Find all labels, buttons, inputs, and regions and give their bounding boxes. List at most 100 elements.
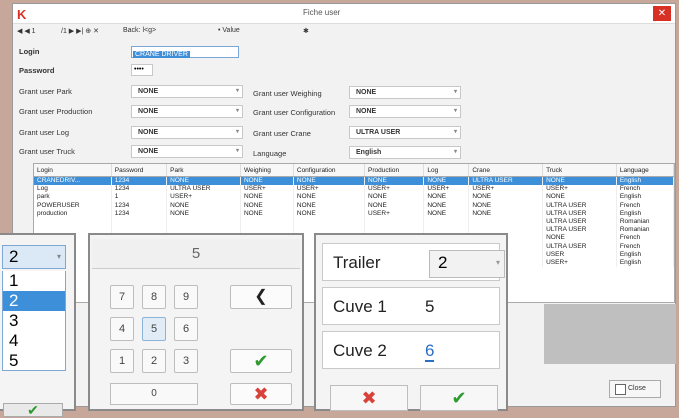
table-cell: production — [34, 209, 112, 219]
title-bar: K Fiche user ✕ — [13, 4, 675, 24]
cuve2-label: Cuve 2 — [333, 341, 387, 360]
trailer-label: Trailer — [333, 253, 381, 272]
record-nav-controls[interactable]: /1 ▶ ▶| ⊕ ✕ — [61, 27, 99, 35]
trailer-select[interactable]: 2 ▾ — [429, 250, 505, 278]
grant-park-select[interactable]: NONE ▾ — [131, 85, 243, 98]
trailer-cancel-button[interactable]: ✖ — [330, 385, 408, 411]
table-cell: USER+ — [542, 259, 617, 268]
column-header[interactable]: Password — [111, 164, 168, 177]
table-cell: USER — [542, 250, 617, 260]
table-cell: NONE — [542, 193, 617, 202]
grant-weighing-select[interactable]: NONE ▾ — [349, 86, 461, 99]
trailer-ok-button[interactable]: ✔ — [420, 385, 498, 411]
key-4[interactable]: 4 — [110, 317, 134, 341]
keypad-panel: 5 7 8 9 4 5 6 1 2 3 0 ❮ ✔ ✖ — [88, 233, 304, 411]
table-row[interactable]: ULTRA USER Romanian — [34, 218, 675, 227]
grant-truck-select[interactable]: NONE ▾ — [131, 145, 243, 158]
trailer-panel: Trailer 2 ▾ Cuve 1 5 Cuve 2 6 ✖ ✔ — [314, 233, 508, 411]
table-row[interactable]: Log 1234 ULTRA USER USER+ USER+ USER+ USER+ USE… — [34, 185, 675, 194]
trailer-row: Trailer 2 ▾ — [322, 243, 505, 281]
key-3[interactable]: 3 — [174, 349, 198, 373]
cuve2-input[interactable]: 6 — [425, 339, 465, 363]
close-button[interactable]: Close — [609, 380, 661, 398]
table-cell: ULTRA USER — [542, 209, 617, 219]
table-cell: NONE — [293, 176, 366, 186]
grant-configuration-select[interactable]: NONE ▾ — [349, 105, 461, 118]
grant-park-label: Grant user Park — [19, 87, 72, 96]
column-header[interactable]: Login — [34, 164, 112, 177]
table-cell: French — [616, 185, 675, 194]
grant-configuration-label: Grant user Configuration — [253, 108, 336, 117]
table-cell — [468, 218, 544, 227]
grant-production-label: Grant user Production — [19, 107, 93, 116]
empty-panel — [544, 304, 676, 364]
language-select[interactable]: English ▾ — [349, 146, 461, 159]
table-row[interactable]: POWERUSER 1234 NONE NONE NONE NONE NONE NONE ULT… — [34, 201, 675, 210]
table-row[interactable]: production 1234 NONE NONE NONE USER+ NONE NONE U… — [34, 209, 675, 219]
key-8[interactable]: 8 — [142, 285, 166, 309]
table-cell: NONE — [240, 209, 294, 219]
grant-log-select[interactable]: NONE ▾ — [131, 126, 243, 139]
column-header[interactable]: Configuration — [293, 164, 366, 177]
key-9[interactable]: 9 — [174, 285, 198, 309]
dropdown-option[interactable]: 5 — [2, 351, 66, 371]
table-cell: 1234 — [111, 176, 168, 186]
column-header[interactable]: Crane — [468, 164, 544, 177]
table-row[interactable]: CRANEDRIV... 1234 NONE NONE NONE NONE NONE ULTR… — [34, 176, 675, 186]
password-input[interactable]: •••• — [131, 64, 153, 76]
key-6[interactable]: 6 — [174, 317, 198, 341]
table-cell: English — [616, 193, 675, 202]
key-2[interactable]: 2 — [142, 349, 166, 373]
table-cell: USER+ — [542, 185, 617, 194]
table-cell: NONE — [468, 201, 544, 210]
grant-crane-select[interactable]: ULTRA USER ▾ — [349, 126, 461, 139]
table-cell: USER+ — [293, 185, 366, 194]
value-dropdown[interactable]: • Value — [218, 27, 240, 34]
dropdown-option[interactable]: 1 — [2, 271, 66, 291]
grant-production-select[interactable]: NONE ▾ — [131, 105, 243, 118]
table-cell: USER+ — [240, 185, 294, 194]
dropdown-option-selected[interactable]: 2 — [2, 291, 66, 311]
dropdown-option[interactable]: 4 — [2, 331, 66, 351]
key-1[interactable]: 1 — [110, 349, 134, 373]
keypad-cancel-button[interactable]: ✖ — [230, 383, 292, 405]
app-icon: K — [17, 7, 27, 22]
login-input[interactable]: CRANE DRIVER — [131, 46, 239, 58]
column-header[interactable]: Production — [364, 164, 425, 177]
dropdown-ok-button[interactable]: ✔ — [3, 403, 63, 417]
table-cell: NONE — [423, 176, 470, 186]
table-cell: 1234 — [111, 185, 168, 194]
grant-crane-label: Grant user Crane — [253, 129, 311, 138]
table-cell: NONE — [468, 193, 544, 202]
column-header[interactable]: Weighing — [240, 164, 294, 177]
backspace-button[interactable]: ❮ — [230, 285, 292, 309]
table-cell: French — [616, 242, 675, 251]
column-header[interactable]: Park — [166, 164, 241, 177]
back-dropdown[interactable]: Back: l<g> — [123, 27, 156, 34]
window-title: Fiche user — [303, 8, 341, 17]
table-cell: NONE — [364, 176, 425, 186]
key-7[interactable]: 7 — [110, 285, 134, 309]
table-cell: NONE — [293, 193, 366, 202]
number-dropdown[interactable]: 2 ▾ — [2, 245, 66, 269]
key-0[interactable]: 0 — [110, 383, 198, 405]
keypad-ok-button[interactable]: ✔ — [230, 349, 292, 373]
table-cell: ULTRA USER — [542, 201, 617, 210]
column-header[interactable]: Language — [616, 164, 675, 177]
cuve1-value[interactable]: 5 — [425, 297, 434, 317]
table-cell: ULTRA USER — [542, 226, 617, 235]
keypad-display: 5 — [92, 239, 300, 269]
record-nav[interactable]: ◀ ◀ 1 — [17, 27, 36, 35]
table-cell: Romanian — [616, 218, 675, 227]
column-header[interactable]: Truck — [542, 164, 617, 177]
column-header[interactable]: Log — [423, 164, 470, 177]
dropdown-option[interactable]: 3 — [2, 311, 66, 331]
cuve1-row: Cuve 1 5 — [322, 287, 500, 325]
close-window-button[interactable]: ✕ — [653, 6, 671, 21]
table-row[interactable]: park 1 USER+ NONE NONE NONE NONE NONE NONE Englis… — [34, 193, 675, 202]
star-icon[interactable]: ✱ — [303, 27, 309, 35]
cuve2-row: Cuve 2 6 — [322, 331, 500, 369]
key-5[interactable]: 5 — [142, 317, 166, 341]
password-label: Password — [19, 66, 55, 75]
table-cell: 1234 — [111, 201, 168, 210]
